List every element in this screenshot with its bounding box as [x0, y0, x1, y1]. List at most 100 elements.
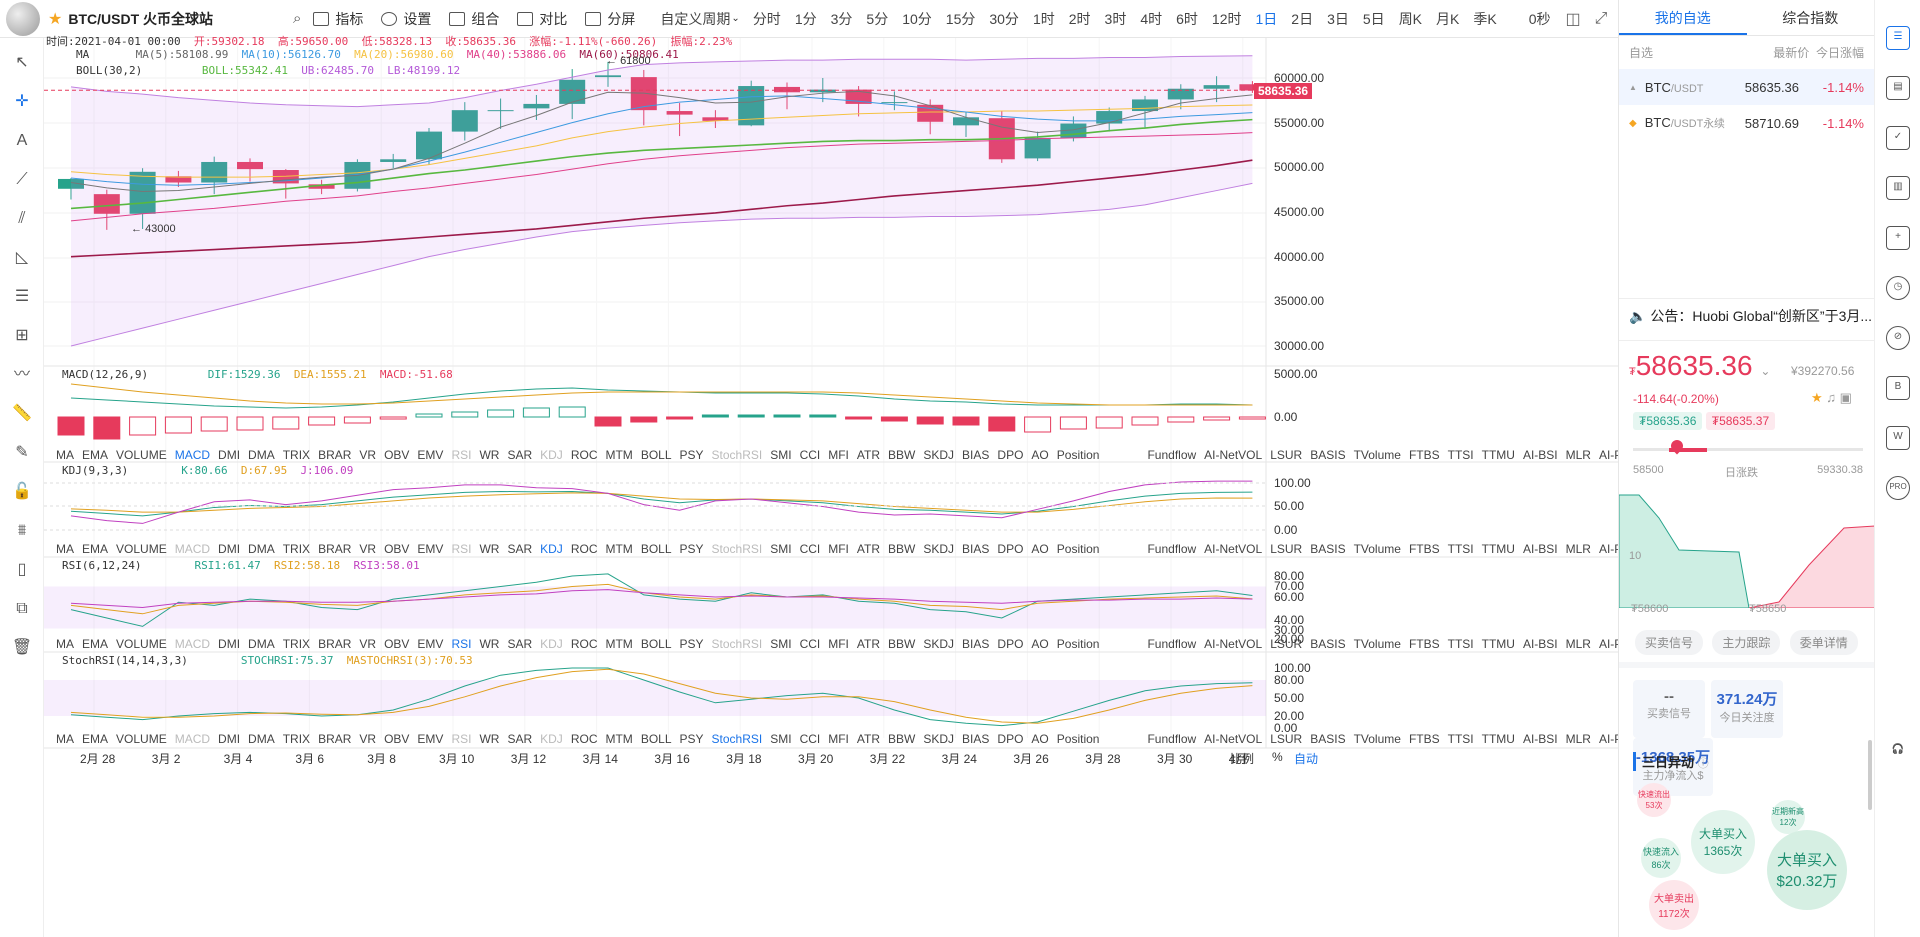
- percent-toggle[interactable]: %: [1272, 750, 1283, 764]
- indicator-tab[interactable]: AI-NetVOL: [1204, 542, 1262, 556]
- tag-order-detail[interactable]: 委单详情: [1789, 630, 1858, 655]
- indicator-tab[interactable]: BIAS: [962, 542, 989, 556]
- period-tab[interactable]: 1分: [795, 9, 817, 29]
- indicator-tab[interactable]: MA: [56, 637, 74, 651]
- indicator-tab[interactable]: AI-BSI: [1523, 542, 1558, 556]
- indicator-tab[interactable]: CCI: [800, 637, 821, 651]
- period-tab[interactable]: 4时: [1140, 9, 1162, 29]
- tag-buy-sell-signal[interactable]: 买卖信号: [1635, 630, 1704, 655]
- indicator-tab[interactable]: DMI: [218, 448, 240, 462]
- chart-area[interactable]: 时间:2021-04-01 00:00 开:59302.18 高:59650.0…: [44, 35, 1631, 937]
- indicator-tab[interactable]: MTM: [605, 542, 632, 556]
- indicator-tab[interactable]: DMA: [248, 448, 275, 462]
- indicator-tab[interactable]: DPO: [997, 542, 1023, 556]
- scrollbar[interactable]: [1868, 740, 1872, 810]
- split-screen-button[interactable]: 分屏: [585, 9, 635, 29]
- indicator-tab[interactable]: BBW: [888, 732, 915, 746]
- indicator-tab[interactable]: ATR: [857, 637, 880, 651]
- book-icon[interactable]: B: [1886, 376, 1910, 400]
- indicator-tab[interactable]: Fundflow: [1147, 448, 1196, 462]
- indicator-tab[interactable]: MLR: [1566, 637, 1591, 651]
- indicator-tab[interactable]: PSY: [680, 637, 704, 651]
- watchlist-icon[interactable]: ☰: [1886, 26, 1910, 50]
- period-tab[interactable]: 2日: [1291, 9, 1313, 29]
- indicator-tab[interactable]: BBW: [888, 542, 915, 556]
- indicator-tab[interactable]: BOLL: [641, 732, 672, 746]
- indicator-tab[interactable]: Position: [1057, 637, 1100, 651]
- indicator-tab[interactable]: TRIX: [283, 637, 310, 651]
- indicator-tab[interactable]: TVolume: [1354, 448, 1401, 462]
- bubble-big-buy[interactable]: 大单买入 1365次: [1691, 810, 1755, 874]
- chart-icon[interactable]: ▤: [1886, 76, 1910, 100]
- indicator-tab[interactable]: AO: [1031, 542, 1048, 556]
- indicator-tab[interactable]: BRAR: [318, 448, 351, 462]
- indicator-tab[interactable]: BOLL: [641, 448, 672, 462]
- indicator-tab[interactable]: MFI: [828, 732, 849, 746]
- indicator-tab[interactable]: OBV: [384, 448, 409, 462]
- indicator-tab[interactable]: PSY: [680, 542, 704, 556]
- indicator-tab[interactable]: BRAR: [318, 637, 351, 651]
- indicator-tab[interactable]: MTM: [605, 637, 632, 651]
- indicator-tab[interactable]: AI-NetVOL: [1204, 637, 1262, 651]
- indicator-tab[interactable]: SKDJ: [923, 732, 954, 746]
- indicator-tab[interactable]: TTMU: [1482, 448, 1515, 462]
- indicator-tab[interactable]: VOLUME: [116, 542, 167, 556]
- indicator-tab[interactable]: LSUR: [1270, 542, 1302, 556]
- indicator-tab[interactable]: MFI: [828, 637, 849, 651]
- indicator-tab[interactable]: ROC: [571, 637, 598, 651]
- indicator-tab[interactable]: WR: [479, 732, 499, 746]
- lock-icon[interactable]: 🔓: [11, 481, 33, 503]
- indicator-tab[interactable]: TRIX: [283, 542, 310, 556]
- indicator-tab[interactable]: TRIX: [283, 448, 310, 462]
- indicator-tab[interactable]: TTMU: [1482, 542, 1515, 556]
- indicator-tab[interactable]: MTM: [605, 448, 632, 462]
- indicator-tab[interactable]: OBV: [384, 637, 409, 651]
- period-tab[interactable]: 30分: [989, 9, 1019, 29]
- fib-icon[interactable]: ☰: [11, 286, 33, 308]
- bubble-new-high[interactable]: 近期新高 12次: [1771, 800, 1805, 834]
- indicator-tab[interactable]: SAR: [507, 448, 532, 462]
- magnet-icon[interactable]: ⩩: [11, 520, 33, 542]
- indicator-tab[interactable]: AI-BSI: [1523, 637, 1558, 651]
- search-icon[interactable]: ⌕: [293, 10, 301, 27]
- indicator-tab[interactable]: TVolume: [1354, 732, 1401, 746]
- period-tab[interactable]: 2时: [1069, 9, 1091, 29]
- indicator-tab[interactable]: TTSI: [1448, 637, 1474, 651]
- trash-icon[interactable]: 🗑: [11, 637, 33, 659]
- indicator-tab[interactable]: FTBS: [1409, 637, 1440, 651]
- indicator-tab[interactable]: MLR: [1566, 732, 1591, 746]
- channel-icon[interactable]: ⫽: [11, 208, 33, 230]
- period-tab[interactable]: 季K: [1473, 9, 1496, 29]
- indicator-tab[interactable]: VR: [359, 637, 376, 651]
- watchlist-row[interactable]: ◆ BTC/USDT永续 58710.69 -1.14%: [1619, 105, 1874, 141]
- period-tab[interactable]: 1时: [1033, 9, 1055, 29]
- period-tab[interactable]: 3分: [831, 9, 853, 29]
- indicator-tab[interactable]: BASIS: [1310, 542, 1345, 556]
- period-tab[interactable]: 分时: [753, 9, 781, 29]
- indicator-tab[interactable]: FTBS: [1409, 448, 1440, 462]
- indicator-tab[interactable]: TTSI: [1448, 542, 1474, 556]
- indicator-tab[interactable]: ATR: [857, 732, 880, 746]
- cursor-icon[interactable]: ↖: [11, 52, 33, 74]
- indicator-tab[interactable]: DPO: [997, 637, 1023, 651]
- indicator-tab[interactable]: BASIS: [1310, 732, 1345, 746]
- indicator-tab[interactable]: BIAS: [962, 732, 989, 746]
- indicator-tab[interactable]: BRAR: [318, 732, 351, 746]
- bubble-big-sell[interactable]: 大单卖出 1172次: [1649, 880, 1699, 930]
- indicator-tab[interactable]: SMI: [770, 542, 791, 556]
- indicator-tab[interactable]: KDJ: [540, 637, 563, 651]
- watchlist-col-name[interactable]: 自选: [1629, 44, 1653, 61]
- kline-chart[interactable]: [44, 38, 1618, 937]
- indicator-tab[interactable]: ATR: [857, 448, 880, 462]
- indicator-tab[interactable]: StochRSI: [712, 542, 763, 556]
- indicator-tab[interactable]: FTBS: [1409, 542, 1440, 556]
- indicator-tab[interactable]: BIAS: [962, 637, 989, 651]
- combine-button[interactable]: 组合: [449, 9, 499, 29]
- indicator-tab[interactable]: SKDJ: [923, 637, 954, 651]
- indicator-tab[interactable]: RSI: [451, 732, 471, 746]
- indicator-tab[interactable]: BIAS: [962, 448, 989, 462]
- ratio-label[interactable]: 比例: [1230, 750, 1254, 767]
- settings-button[interactable]: 设置: [381, 9, 431, 29]
- indicator-tab[interactable]: Fundflow: [1147, 732, 1196, 746]
- indicator-tab[interactable]: ROC: [571, 448, 598, 462]
